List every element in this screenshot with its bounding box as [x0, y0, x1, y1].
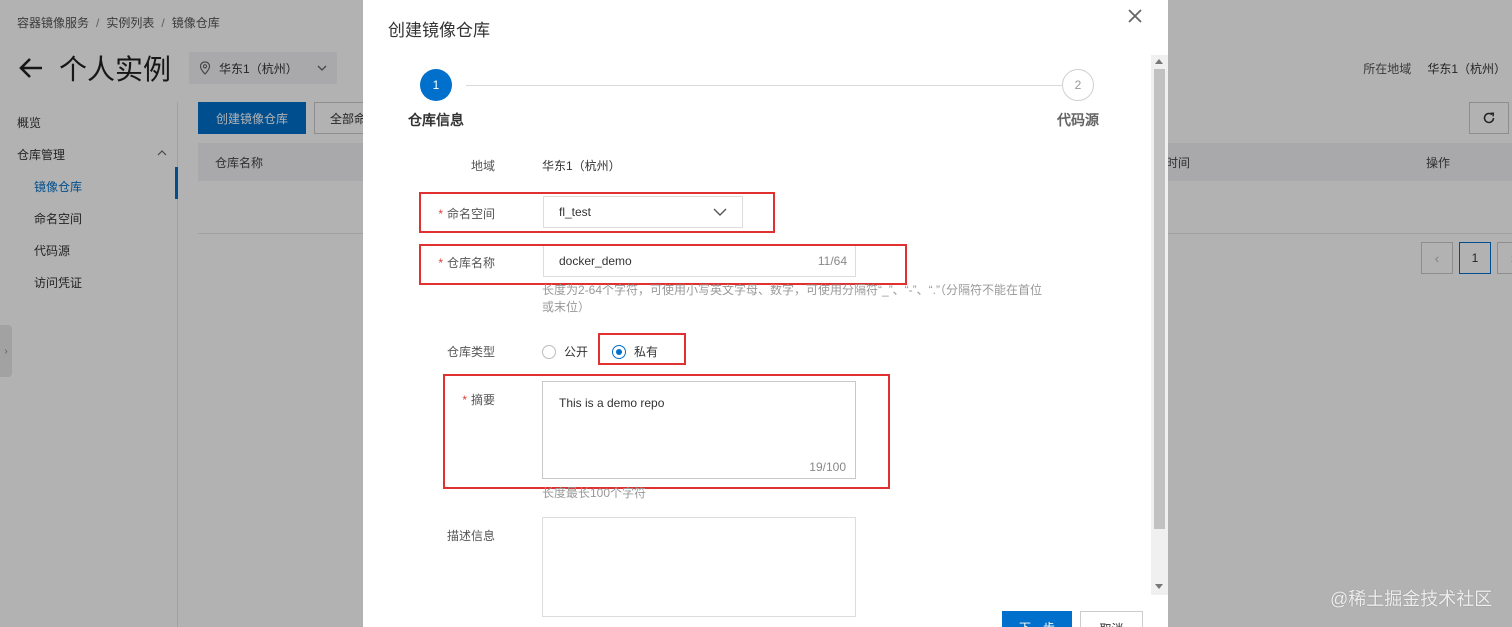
dialog-title: 创建镜像仓库: [388, 21, 490, 40]
create-repo-dialog: 创建镜像仓库 1 2 仓库信息 代码源 地域 华东1（杭州） * 命名空间 fl_…: [363, 0, 1168, 627]
summary-hint: 长度最长100个字符: [542, 486, 647, 500]
step-2-label: 代码源: [1057, 112, 1099, 128]
scrollbar-thumb[interactable]: [1154, 69, 1165, 529]
cancel-button[interactable]: 取消: [1080, 611, 1143, 627]
step-2-indicator: 2: [1062, 69, 1094, 101]
step-1-indicator: 1: [420, 69, 452, 101]
radio-public-label: 公开: [564, 345, 589, 359]
scroll-down-arrow-icon[interactable]: [1155, 584, 1163, 589]
highlight-box: [443, 374, 890, 489]
repo-name-hint-line: 长度为2-64个字符，可使用小写英文字母、数字，可使用分隔符“_”、“-”、“.…: [542, 283, 1043, 297]
close-icon[interactable]: [1125, 6, 1145, 26]
repo-name-hint: 长度为2-64个字符，可使用小写英文字母、数字，可使用分隔符“_”、“-”、“.…: [542, 282, 1042, 316]
repo-type-label: 仓库类型: [446, 345, 495, 359]
highlight-box: [419, 244, 907, 285]
watermark: @稀土掘金技术社区: [1330, 589, 1493, 609]
highlight-box: [598, 333, 686, 365]
description-textarea[interactable]: [542, 517, 856, 617]
description-label: 描述信息: [446, 529, 495, 543]
step-1-label: 仓库信息: [408, 112, 464, 128]
dialog-scrollbar[interactable]: [1151, 55, 1168, 595]
radio-public[interactable]: 公开: [542, 343, 588, 360]
radio-button: [542, 344, 556, 359]
scroll-up-arrow-icon[interactable]: [1155, 59, 1163, 64]
region-value: 华东1（杭州）: [542, 159, 621, 173]
highlight-box: [419, 192, 775, 233]
next-step-button[interactable]: 下一步: [1002, 611, 1072, 627]
region-label: 地域: [470, 159, 495, 173]
repo-name-hint-line: 或末位）: [542, 300, 591, 314]
step-connector: [466, 85, 1062, 86]
